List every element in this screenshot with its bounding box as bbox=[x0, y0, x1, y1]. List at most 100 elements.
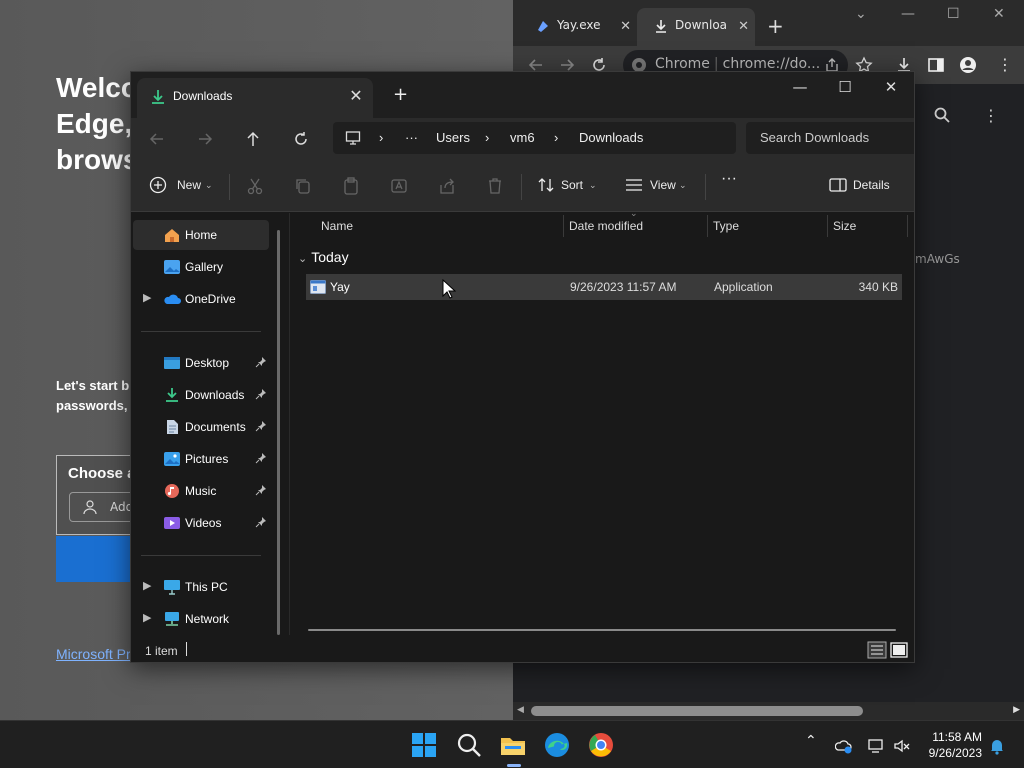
edge-privacy-link[interactable]: Microsoft Pr bbox=[56, 646, 131, 662]
sidebar-item-music[interactable]: Music bbox=[133, 476, 269, 506]
column-divider[interactable] bbox=[707, 215, 708, 237]
minimize-icon[interactable]: — bbox=[901, 6, 915, 22]
share-icon[interactable] bbox=[437, 176, 457, 196]
rename-icon[interactable] bbox=[389, 176, 409, 196]
chrome-tab2-label: Downloa bbox=[675, 18, 728, 32]
pin-icon[interactable] bbox=[255, 388, 267, 400]
close-icon[interactable]: ✕ bbox=[620, 19, 631, 34]
sidebar-item-network[interactable]: ▶ Network bbox=[133, 604, 269, 634]
minimize-icon[interactable]: — bbox=[780, 76, 820, 102]
view-button[interactable]: View ⌄ bbox=[625, 174, 695, 198]
column-header-name[interactable]: Name bbox=[321, 219, 353, 233]
new-tab-button[interactable]: + bbox=[393, 84, 408, 105]
system-clock[interactable]: 11:58 AM 9/26/2023 bbox=[922, 729, 982, 761]
chevron-up-icon[interactable]: ⌃ bbox=[805, 733, 823, 751]
explorer-tab-downloads[interactable]: Downloads ✕ bbox=[137, 78, 373, 118]
search-input[interactable]: Search Downloads bbox=[746, 122, 914, 154]
column-divider[interactable] bbox=[563, 215, 564, 237]
close-icon[interactable]: ✕ bbox=[871, 76, 911, 102]
up-icon[interactable] bbox=[242, 128, 264, 150]
forward-icon[interactable] bbox=[194, 128, 216, 150]
group-header-today[interactable]: ⌄ Today bbox=[298, 249, 349, 265]
file-explorer-icon[interactable] bbox=[499, 731, 527, 759]
file-list-horizontal-scrollbar[interactable] bbox=[308, 629, 896, 631]
sidebar-item-desktop[interactable]: Desktop bbox=[133, 348, 269, 378]
chevron-right-icon[interactable]: ▶ bbox=[143, 291, 151, 304]
chevron-right-icon[interactable]: ▶ bbox=[143, 579, 151, 592]
maximize-icon[interactable]: ☐ bbox=[825, 76, 865, 102]
edge-icon[interactable] bbox=[543, 731, 571, 759]
chevron-right-icon[interactable]: ▶ bbox=[143, 611, 151, 624]
refresh-icon[interactable] bbox=[290, 128, 312, 150]
divider bbox=[141, 555, 261, 556]
search-icon[interactable] bbox=[455, 731, 483, 759]
sidebar-item-gallery[interactable]: Gallery bbox=[133, 252, 269, 282]
breadcrumb-downloads[interactable]: Downloads bbox=[579, 130, 643, 145]
notification-bell-icon[interactable] bbox=[988, 737, 1006, 755]
page-text-fragment: mAwGs bbox=[915, 252, 960, 266]
new-tab-button[interactable]: + bbox=[767, 14, 784, 38]
more-icon[interactable]: ⋮ bbox=[983, 106, 999, 125]
sidebar-item-this-pc[interactable]: ▶ This PC bbox=[133, 572, 269, 602]
close-icon[interactable]: ✕ bbox=[738, 19, 749, 34]
table-row[interactable]: Yay 9/26/2023 11:57 AM Application 340 K… bbox=[306, 274, 902, 300]
network-status-icon[interactable] bbox=[867, 737, 885, 755]
windows-start-icon[interactable] bbox=[410, 731, 438, 759]
pin-icon[interactable] bbox=[255, 356, 267, 368]
sidebar-item-documents[interactable]: Documents bbox=[133, 412, 269, 442]
chevron-right-icon: › bbox=[554, 130, 559, 145]
sidebar-item-videos[interactable]: Videos bbox=[133, 508, 269, 538]
sidebar-item-home[interactable]: Home bbox=[133, 220, 269, 250]
column-divider[interactable] bbox=[907, 215, 908, 237]
close-icon[interactable]: ✕ bbox=[993, 6, 1005, 22]
tab-search-icon[interactable]: ⌄ bbox=[855, 6, 867, 22]
close-icon[interactable]: ✕ bbox=[347, 86, 365, 105]
breadcrumb-users[interactable]: Users bbox=[436, 130, 470, 145]
side-panel-icon[interactable] bbox=[927, 56, 945, 74]
sidebar-scrollbar[interactable] bbox=[277, 230, 280, 635]
chrome-horizontal-scrollbar[interactable]: ◀ ▶ bbox=[513, 702, 1024, 720]
sidebar-item-pictures[interactable]: Pictures bbox=[133, 444, 269, 474]
details-button[interactable]: Details bbox=[829, 174, 899, 198]
pin-icon[interactable] bbox=[255, 452, 267, 464]
address-bar[interactable]: › ··· Users › vm6 › Downloads bbox=[333, 122, 736, 154]
volume-muted-icon[interactable] bbox=[893, 737, 911, 755]
pin-icon[interactable] bbox=[255, 420, 267, 432]
view-icon bbox=[626, 179, 642, 191]
onedrive-sync-icon[interactable] bbox=[835, 737, 853, 755]
column-header-date-modified[interactable]: Date modified bbox=[569, 219, 643, 233]
copy-icon[interactable] bbox=[293, 176, 313, 196]
sort-button[interactable]: Sort ⌄ bbox=[537, 174, 607, 198]
profile-icon[interactable] bbox=[959, 56, 977, 74]
edge-primary-button[interactable] bbox=[56, 536, 136, 582]
search-icon[interactable] bbox=[933, 106, 951, 124]
chrome-icon[interactable] bbox=[587, 731, 615, 759]
chrome-tab-downloads[interactable]: Downloa ✕ bbox=[637, 8, 755, 46]
details-view-icon[interactable] bbox=[867, 641, 887, 659]
sidebar-item-downloads[interactable]: Downloads bbox=[133, 380, 269, 410]
sidebar-item-onedrive[interactable]: ▶ OneDrive bbox=[133, 284, 269, 314]
column-header-size[interactable]: Size bbox=[833, 219, 856, 233]
pin-icon[interactable] bbox=[255, 484, 267, 496]
column-header-type[interactable]: Type bbox=[713, 219, 739, 233]
scroll-right-icon[interactable]: ▶ bbox=[1013, 705, 1020, 715]
breadcrumb-vm6[interactable]: vm6 bbox=[510, 130, 535, 145]
cut-icon[interactable] bbox=[245, 176, 265, 196]
monitor-icon bbox=[345, 131, 361, 145]
scroll-left-icon[interactable]: ◀ bbox=[517, 705, 524, 715]
file-date: 9/26/2023 11:57 AM bbox=[570, 280, 677, 294]
more-path-icon[interactable]: ··· bbox=[405, 130, 418, 145]
tiles-view-icon[interactable] bbox=[889, 641, 909, 659]
menu-icon[interactable]: ⋮ bbox=[997, 55, 1013, 74]
maximize-icon[interactable]: ☐ bbox=[947, 6, 960, 22]
more-options-icon[interactable]: ··· bbox=[721, 170, 743, 194]
scroll-thumb[interactable] bbox=[531, 706, 863, 716]
column-divider[interactable] bbox=[827, 215, 828, 237]
new-button[interactable]: New ⌄ bbox=[149, 174, 219, 198]
gallery-icon bbox=[164, 260, 180, 274]
paste-icon[interactable] bbox=[341, 176, 361, 196]
pin-icon[interactable] bbox=[255, 516, 267, 528]
delete-icon[interactable] bbox=[485, 176, 505, 196]
back-icon[interactable] bbox=[146, 128, 168, 150]
chrome-tab-yay[interactable]: Yay.exe ✕ bbox=[519, 8, 637, 46]
